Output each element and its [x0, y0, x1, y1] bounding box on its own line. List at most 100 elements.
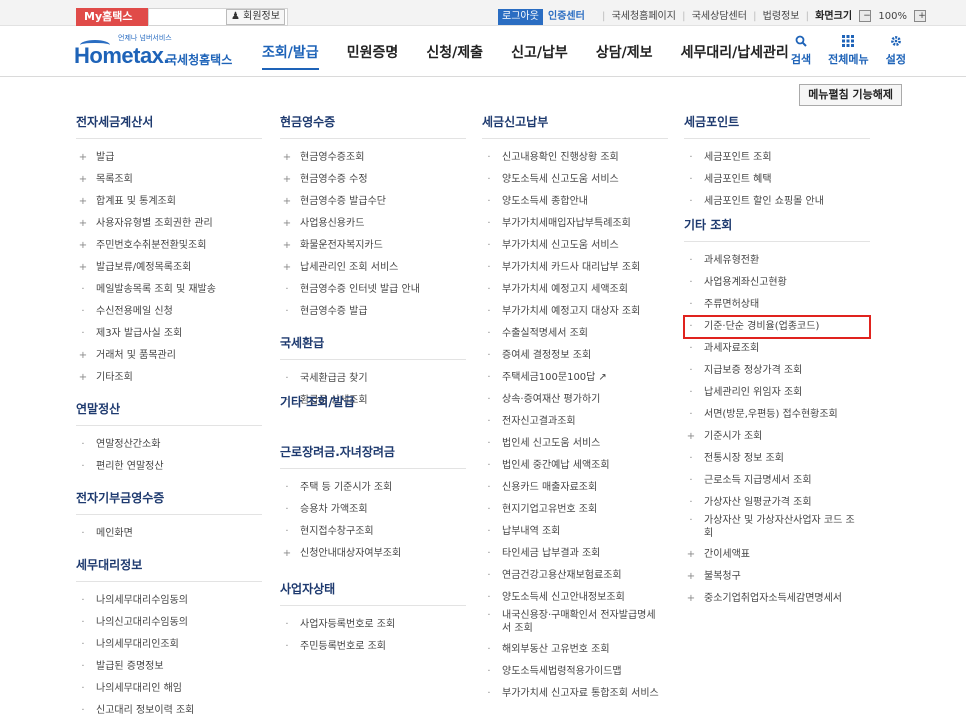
menu-item[interactable]: · 양도소득세 신고도움 서비스 — [482, 169, 668, 191]
menu-item[interactable]: + 기타조회 — [76, 367, 262, 389]
menu-section-title[interactable]: 세금신고납부 — [482, 112, 668, 139]
menu-item[interactable]: · 현금영수증 발급 — [280, 301, 466, 323]
menu-item[interactable]: + 화물운전자복지카드 — [280, 235, 466, 257]
menu-item[interactable]: · 전자신고결과조회 — [482, 411, 668, 433]
settings-button[interactable]: 설정 — [886, 35, 906, 67]
menu-item[interactable]: · 제3자 발급사실 조회 — [76, 323, 262, 345]
menu-item[interactable]: · 메일발송목록 조회 및 재발송 — [76, 279, 262, 301]
menu-item[interactable]: · 신고내용확인 진행상황 조회 — [482, 147, 668, 169]
menu-section-title[interactable]: 사업자상태 — [280, 579, 466, 606]
nav-report-pay[interactable]: 신고/납부 — [511, 42, 568, 68]
menu-item-highlighted[interactable]: · 기준·단순 경비율(업종코드) — [683, 315, 871, 339]
menu-item[interactable]: + 기준시가 조회 — [684, 426, 870, 448]
menu-item[interactable]: + 불복청구 — [684, 566, 870, 588]
menu-item[interactable]: + 현금영수증조회 — [280, 147, 466, 169]
menu-item[interactable]: · 세금포인트 혜택 — [684, 169, 870, 191]
menu-section-title[interactable]: 국세환급 — [280, 333, 466, 360]
menu-item[interactable]: · 세금포인트 할인 쇼핑몰 안내 — [684, 191, 870, 213]
menu-item[interactable]: + 현금영수증 수정 — [280, 169, 466, 191]
menu-item[interactable]: + 목록조회 — [76, 169, 262, 191]
zoom-in-button[interactable]: + — [914, 10, 927, 22]
menu-item[interactable]: · 서면(방문,우편등) 접수현황조회 — [684, 404, 870, 426]
menu-item[interactable]: · 근로소득 지급명세서 조회 — [684, 470, 870, 492]
menu-item[interactable]: · 주류면허상태 — [684, 294, 870, 316]
menu-item[interactable]: · 부가가치세 신고도움 서비스 — [482, 235, 668, 257]
menu-item[interactable]: + 주민번호수취분전환및조회 — [76, 235, 262, 257]
nav-consult-report[interactable]: 상담/제보 — [596, 42, 653, 68]
link-law-info[interactable]: 법령정보 — [760, 11, 803, 22]
nav-apply-submit[interactable]: 신청/제출 — [426, 42, 483, 68]
menu-expand-toggle-button[interactable]: 메뉴펼침 기능해제 — [799, 84, 902, 106]
link-nts-home[interactable]: 국세청홈페이지 — [609, 11, 679, 22]
menu-item[interactable]: + 신청안내대상자여부조회 — [280, 543, 466, 565]
menu-item[interactable]: · 과세자료조회 — [684, 338, 870, 360]
menu-item[interactable]: · 발급된 증명정보 — [76, 656, 262, 678]
menu-item[interactable]: · 나의신고대리수임동의 — [76, 612, 262, 634]
hometax-logo[interactable]: 언제나 넘버서비스 Hometax. 국세청홈택스 — [74, 33, 234, 73]
nav-inquiry-issue[interactable]: 조회/발급 — [262, 42, 319, 70]
link-tax-consult[interactable]: 국세상담센터 — [689, 11, 750, 22]
menu-item[interactable]: + 납세관리인 조회 서비스 — [280, 257, 466, 279]
menu-item[interactable]: · 타인세금 납부결과 조회 — [482, 543, 668, 565]
menu-section-title[interactable]: 기타 조회/발급 — [280, 392, 466, 414]
menu-item[interactable]: · 현금영수증 인터넷 발급 안내 — [280, 279, 466, 301]
menu-item[interactable]: · 가상자산 및 가상자산사업자 코드 조회 — [684, 514, 862, 544]
menu-section-title[interactable]: 기타 조회 — [684, 215, 870, 242]
menu-item[interactable]: + 간이세액표 — [684, 544, 870, 566]
menu-item[interactable]: · 수신전용메일 신청 — [76, 301, 262, 323]
zoom-out-button[interactable]: − — [859, 10, 872, 22]
menu-item[interactable]: · 해외부동산 고유번호 조회 — [482, 639, 668, 661]
menu-item[interactable]: · 납세관리인 위임자 조회 — [684, 382, 870, 404]
menu-item[interactable]: · 전통시장 정보 조회 — [684, 448, 870, 470]
nav-agent-management[interactable]: 세무대리/납세관리 — [681, 42, 789, 68]
member-info-button[interactable]: ♟ 회원정보 — [226, 9, 285, 25]
menu-item[interactable]: · 부가가치세매입자납부특례조회 — [482, 213, 668, 235]
menu-item[interactable]: · 과세유형전환 — [684, 250, 870, 272]
my-hometax-tab[interactable]: My홈택스 — [76, 8, 148, 26]
menu-item[interactable]: · 법인세 중간예납 세액조회 — [482, 455, 668, 477]
menu-item[interactable]: + 사용자유형별 조회권한 관리 — [76, 213, 262, 235]
menu-item[interactable]: · 지급보증 정상가격 조회 — [684, 360, 870, 382]
menu-item[interactable]: · 나의세무대리인조회 — [76, 634, 262, 656]
menu-section-title[interactable]: 전자기부금영수증 — [76, 488, 262, 515]
menu-item[interactable]: + 합계표 및 통계조회 — [76, 191, 262, 213]
menu-item[interactable]: · 세금포인트 조회 — [684, 147, 870, 169]
menu-item[interactable]: · 사업용계좌신고현황 — [684, 272, 870, 294]
menu-item[interactable]: + 현금영수증 발급수단 — [280, 191, 466, 213]
menu-item[interactable]: · 증여세 결정정보 조회 — [482, 345, 668, 367]
menu-item[interactable]: · 국세환급금 찾기 — [280, 368, 466, 390]
menu-item[interactable]: + 거래처 및 품목관리 — [76, 345, 262, 367]
menu-item[interactable]: · 가상자산 일평균가격 조회 — [684, 492, 870, 514]
menu-item[interactable]: · 부가가치세 신고자료 통합조회 서비스 — [482, 683, 668, 705]
menu-item[interactable]: · 신고대리 정보이력 조회 — [76, 700, 262, 722]
menu-item[interactable]: + 발급 — [76, 147, 262, 169]
menu-item[interactable]: · 사업자등록번호로 조회 — [280, 614, 466, 636]
menu-section-title[interactable]: 세금포인트 — [684, 112, 870, 139]
menu-item[interactable]: · 연금건강고용산재보험료조회 — [482, 565, 668, 587]
all-menu-button[interactable]: 전체메뉴 — [828, 35, 869, 67]
menu-item[interactable]: · 부가가치세 예정고지 대상자 조회 — [482, 301, 668, 323]
menu-item[interactable]: · 양도소득세 신고안내정보조회 — [482, 587, 668, 609]
menu-item[interactable]: · 법인세 신고도움 서비스 — [482, 433, 668, 455]
menu-item[interactable]: · 편리한 연말정산 — [76, 456, 262, 478]
menu-item[interactable]: + 사업용신용카드 — [280, 213, 466, 235]
nav-civil-cert[interactable]: 민원증명 — [347, 42, 399, 68]
search-button[interactable]: 검색 — [791, 35, 811, 67]
menu-item[interactable]: · 나의세무대리수임동의 — [76, 590, 262, 612]
menu-item[interactable]: · 신용카드 매출자료조회 — [482, 477, 668, 499]
menu-section-title[interactable]: 연말정산 — [76, 399, 262, 426]
menu-section-title[interactable]: 근로장려금.자녀장려금 — [280, 442, 466, 469]
menu-item[interactable]: · 내국신용장·구매확인서 전자발급명세서 조회 — [482, 609, 660, 639]
menu-item[interactable]: · 납부내역 조회 — [482, 521, 668, 543]
menu-item[interactable]: + 중소기업취업자소득세감면명세서 — [684, 588, 870, 610]
menu-item[interactable]: · 수출실적명세서 조회 — [482, 323, 668, 345]
menu-item[interactable]: · 주민등록번호로 조회 — [280, 636, 466, 658]
menu-item[interactable]: · 주택 등 기준시가 조회 — [280, 477, 466, 499]
menu-item[interactable]: · 상속·증여재산 평가하기 — [482, 389, 668, 411]
logout-button[interactable]: 로그아웃 — [498, 9, 543, 25]
menu-section-title[interactable]: 세무대리정보 — [76, 555, 262, 582]
menu-item[interactable]: · 부가가치세 카드사 대리납부 조회 — [482, 257, 668, 279]
menu-item[interactable]: · 부가가치세 예정고지 세액조회 — [482, 279, 668, 301]
menu-section-title[interactable]: 전자세금계산서 — [76, 112, 262, 139]
menu-item[interactable]: · 메인화면 — [76, 523, 262, 545]
